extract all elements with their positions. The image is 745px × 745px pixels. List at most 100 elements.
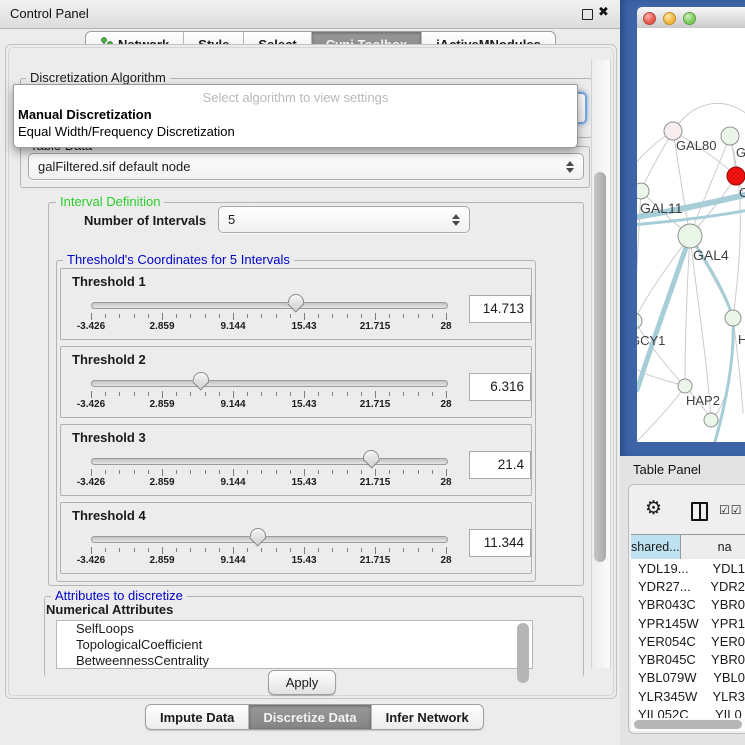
table-cell-name[interactable]: YDR2 bbox=[707, 579, 745, 594]
algorithm-option-manual[interactable]: Manual Discretization bbox=[18, 107, 152, 122]
threshold-slider-thumb[interactable] bbox=[363, 450, 379, 469]
table-row[interactable]: YDL19...YDL1 bbox=[631, 559, 745, 577]
attribute-list-item[interactable]: SelfLoops bbox=[57, 621, 516, 637]
threshold-slider-thumb[interactable] bbox=[193, 372, 209, 391]
table-cell-shared-name[interactable]: YBL079W bbox=[631, 670, 710, 685]
algorithm-option-equal-width[interactable]: Equal Width/Frequency Discretization bbox=[18, 124, 235, 139]
threshold-label: Threshold 3 bbox=[72, 430, 146, 445]
slider-tick-label: 15.43 bbox=[291, 399, 316, 410]
table-row[interactable]: YIL052CYIL0 bbox=[631, 705, 745, 718]
tab-impute-data[interactable]: Impute Data bbox=[146, 705, 249, 729]
table-cell-name[interactable]: YLR3 bbox=[709, 689, 745, 704]
slider-tick bbox=[403, 314, 404, 318]
slider-tick bbox=[432, 314, 433, 318]
combobox-arrows-icon bbox=[566, 161, 574, 173]
table-cell-shared-name[interactable]: YPR145W bbox=[631, 616, 708, 631]
number-of-intervals-combobox[interactable]: 5 bbox=[218, 206, 470, 233]
network-node[interactable] bbox=[678, 224, 702, 248]
slider-tick bbox=[119, 314, 120, 318]
table-header-row: shared... na bbox=[631, 534, 745, 560]
table-data-combobox[interactable]: galFiltered.sif default node bbox=[28, 153, 584, 180]
column-layout-icon[interactable] bbox=[691, 502, 708, 521]
table-cell-name[interactable]: YPR1 bbox=[708, 616, 745, 631]
apply-button[interactable]: Apply bbox=[268, 670, 336, 695]
threshold-value-field[interactable]: 6.316 bbox=[469, 373, 531, 401]
threshold-value-field[interactable]: 14.713 bbox=[469, 295, 531, 323]
network-node[interactable] bbox=[704, 413, 718, 427]
table-cell-shared-name[interactable]: YBR045C bbox=[631, 652, 708, 667]
node-table[interactable]: YDL19...YDL1YDR27...YDR2YBR043CYBR0YPR14… bbox=[631, 559, 745, 718]
table-cell-shared-name[interactable]: YLR345W bbox=[631, 689, 709, 704]
table-cell-shared-name[interactable]: YIL052C bbox=[631, 707, 712, 718]
table-row[interactable]: YDR27...YDR2 bbox=[631, 577, 745, 595]
network-node[interactable] bbox=[678, 379, 692, 393]
slider-tick bbox=[119, 470, 120, 474]
network-node[interactable] bbox=[725, 310, 741, 326]
network-window-titlebar[interactable] bbox=[637, 7, 745, 29]
numerical-attributes-list[interactable]: SelfLoopsTopologicalCoefficientBetweenne… bbox=[56, 620, 516, 669]
network-node[interactable] bbox=[637, 183, 649, 199]
gear-icon[interactable]: ⚙ bbox=[645, 499, 662, 518]
slider-tick bbox=[318, 548, 319, 552]
attribute-list-item[interactable]: BetweennessCentrality bbox=[57, 653, 516, 669]
close-traffic-light[interactable] bbox=[643, 12, 656, 25]
slider-tick bbox=[148, 548, 149, 552]
table-cell-shared-name[interactable]: YBR043C bbox=[631, 597, 708, 612]
slider-tick bbox=[233, 469, 234, 476]
threshold-slider-thumb[interactable] bbox=[288, 294, 304, 313]
float-window-icon[interactable] bbox=[582, 9, 593, 20]
panel-scrollbar-thumb[interactable] bbox=[594, 172, 606, 562]
network-node[interactable] bbox=[637, 313, 642, 329]
table-row[interactable]: YLR345WYLR3 bbox=[631, 687, 745, 705]
slider-tick-label: 21.715 bbox=[360, 555, 391, 566]
threshold-slider-track[interactable] bbox=[91, 302, 448, 309]
threshold-value-field[interactable]: 21.4 bbox=[469, 451, 531, 479]
threshold-slider-thumb[interactable] bbox=[250, 528, 266, 547]
threshold-slider-track[interactable] bbox=[91, 380, 448, 387]
table-cell-name[interactable]: YBL0 bbox=[710, 670, 745, 685]
select-columns-icon[interactable]: ☑☑ bbox=[719, 503, 743, 517]
table-cell-shared-name[interactable]: YER054C bbox=[631, 634, 708, 649]
close-icon[interactable]: ✖ bbox=[598, 4, 609, 20]
table-cell-shared-name[interactable]: YDL19... bbox=[631, 561, 709, 576]
table-row[interactable]: YBL079WYBL0 bbox=[631, 669, 745, 687]
attribute-list-item[interactable]: TopologicalCoefficient bbox=[57, 637, 516, 653]
number-of-intervals-value: 5 bbox=[228, 212, 235, 227]
table-row[interactable]: YER054CYER0 bbox=[631, 632, 745, 650]
attributes-scrollbar[interactable] bbox=[515, 620, 533, 669]
network-canvas[interactable]: GAL80GACGAL11GAL4GCY1HHAP2 bbox=[637, 28, 745, 442]
slider-tick bbox=[318, 314, 319, 318]
threshold-value-field[interactable]: 11.344 bbox=[469, 529, 531, 557]
table-cell-name[interactable]: YDL1 bbox=[709, 561, 745, 576]
table-cell-shared-name[interactable]: YDR27... bbox=[631, 579, 707, 594]
slider-tick bbox=[162, 469, 163, 476]
table-row[interactable]: YBR045CYBR0 bbox=[631, 650, 745, 668]
slider-tick bbox=[446, 391, 447, 398]
table-cell-name[interactable]: YBR0 bbox=[708, 597, 745, 612]
threshold-slider-track[interactable] bbox=[91, 536, 448, 543]
slider-tick bbox=[261, 314, 262, 318]
tab-infer-network[interactable]: Infer Network bbox=[372, 705, 483, 729]
table-row[interactable]: YBR043CYBR0 bbox=[631, 596, 745, 614]
zoom-traffic-light[interactable] bbox=[683, 12, 696, 25]
table-row[interactable]: YPR145WYPR1 bbox=[631, 614, 745, 632]
slider-tick bbox=[304, 469, 305, 476]
table-hscrollbar-thumb[interactable] bbox=[634, 720, 742, 729]
network-node[interactable] bbox=[721, 127, 739, 145]
tab-discretize-data[interactable]: Discretize Data bbox=[249, 705, 371, 729]
attributes-scrollbar-thumb[interactable] bbox=[517, 623, 529, 683]
slider-tick-label: 2.859 bbox=[149, 555, 174, 566]
slider-tick bbox=[190, 392, 191, 396]
table-hscrollbar[interactable] bbox=[631, 718, 745, 731]
network-node[interactable] bbox=[727, 167, 745, 185]
slider-tick bbox=[403, 548, 404, 552]
slider-tick-label: 2.859 bbox=[149, 399, 174, 410]
table-cell-name[interactable]: YBR0 bbox=[708, 652, 745, 667]
column-header-name[interactable]: na bbox=[681, 535, 745, 559]
table-cell-name[interactable]: YIL0 bbox=[712, 707, 742, 718]
slider-tick bbox=[318, 392, 319, 396]
threshold-slider-track[interactable] bbox=[91, 458, 448, 465]
column-header-shared-name[interactable]: shared... bbox=[631, 535, 681, 559]
table-cell-name[interactable]: YER0 bbox=[708, 634, 745, 649]
minimize-traffic-light[interactable] bbox=[663, 12, 676, 25]
